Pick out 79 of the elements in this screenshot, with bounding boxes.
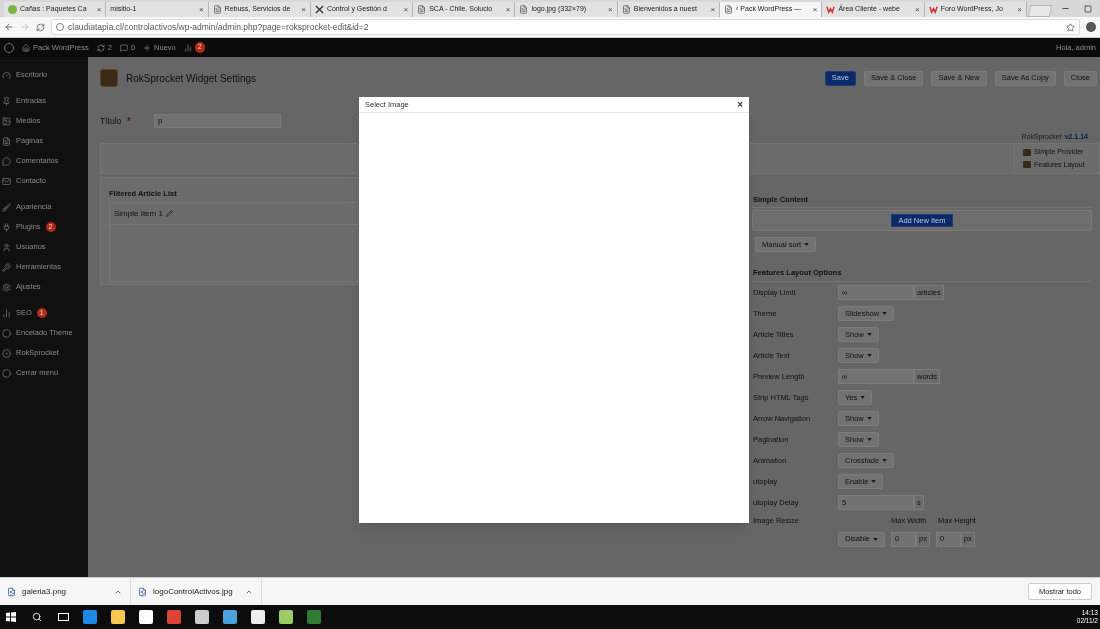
chart-icon[interactable] [183,43,192,52]
required-mark: * [127,114,132,129]
forward-icon[interactable] [20,22,30,32]
task-view-icon[interactable] [58,613,69,621]
taskbar-app-icon[interactable] [195,610,209,624]
leaf-icon [8,5,17,14]
close-button[interactable]: × [737,99,743,110]
page-icon [724,5,734,14]
windows-start-icon[interactable] [6,612,16,622]
new-tab-button[interactable] [1027,5,1053,17]
menu-icon [2,176,11,186]
field-label: Título [100,114,123,128]
menu-icon [2,242,11,252]
page-title: RokSprocket Widget Settings [126,71,257,86]
tab-close-button[interactable]: × [608,3,613,16]
tab-close-button[interactable]: × [915,3,920,16]
download-item[interactable]: logoControlActivos.jpg [153,585,239,598]
menu-icon [2,368,11,378]
menu-icon [2,202,11,212]
taskbar-app-icon[interactable] [223,610,237,624]
taskbar-app-icon[interactable] [139,610,153,624]
page-icon [621,5,631,14]
w-icon [826,5,836,14]
caret-icon [866,417,872,420]
pencil-icon[interactable] [165,210,173,217]
tab-close-button[interactable]: × [96,3,102,16]
extension-icon[interactable] [1086,22,1096,32]
caret-icon [866,438,872,441]
taskbar-app-icon[interactable] [251,610,265,624]
list-item[interactable]: Simple Item 1 [114,207,163,220]
address-field[interactable]: claudiatapia.cl/controlactivos/wp-admin/admin.php?page=roksprocket-edit&id=2 [51,19,1080,35]
menu-icon [2,116,11,126]
page-icon [519,5,529,14]
tab-close-button[interactable]: × [505,3,511,16]
page-icon [417,5,427,14]
home-icon [22,43,30,52]
caret-icon [866,333,872,336]
caret-icon [882,459,888,462]
caret-icon [866,354,872,357]
menu-icon [2,348,11,358]
tab-close-button[interactable]: × [812,3,818,16]
menu-icon [2,70,11,80]
tab-close-button[interactable]: × [710,3,716,16]
image-file-icon [138,586,147,597]
menu-icon [2,282,11,292]
cross-icon [314,5,324,14]
menu-icon [2,262,11,272]
taskbar-app-icon[interactable] [279,610,293,624]
menu-icon [2,308,11,318]
caret-icon [860,396,866,399]
back-icon[interactable] [4,22,14,32]
tab-close-button[interactable]: × [1017,3,1022,16]
caret-icon [804,243,810,246]
menu-icon [2,156,11,166]
download-item[interactable]: galeria3.png [22,585,108,598]
menu-icon [2,328,11,338]
tab-close-button[interactable]: × [198,3,204,16]
menu-icon [2,136,11,146]
caret-icon [882,312,888,315]
caret-icon [873,537,878,541]
tab-close-button[interactable]: × [301,3,306,16]
title-field[interactable]: p [154,114,281,128]
search-icon[interactable] [32,612,42,622]
plus-icon [143,43,152,52]
page-icon [212,5,222,14]
bookmark-star-icon[interactable] [1066,22,1075,32]
taskbar-app-icon[interactable] [83,610,97,624]
menu-icon [2,96,11,106]
w-icon [928,5,938,14]
url-text: claudiatapia.cl/controlactivos/wp-admin/admin.php?page=roksprocket-edit&id=2 [68,20,369,34]
taskbar-app-icon[interactable] [111,610,125,624]
maximize-icon[interactable] [1083,4,1092,13]
menu-icon [2,222,11,232]
speech-bubble-icon [119,43,128,52]
tab-close-button[interactable]: × [403,3,409,16]
reload-icon[interactable] [36,22,45,32]
refresh-icon [96,43,105,52]
image-file-icon [7,586,16,597]
caret-icon [871,480,877,483]
